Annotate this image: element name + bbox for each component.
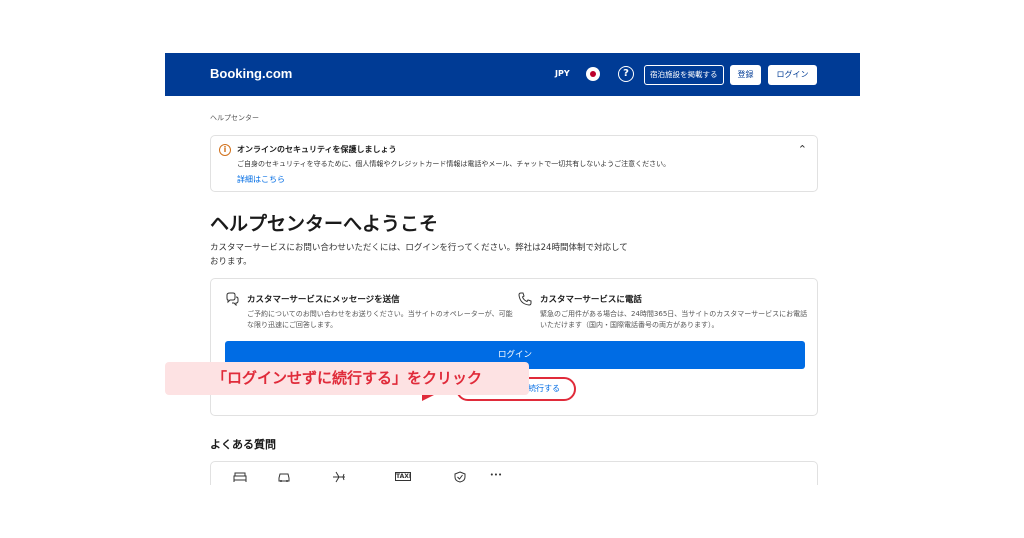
phone-icon (518, 292, 532, 306)
booking-logo[interactable]: Booking.com (210, 66, 292, 81)
alert-body: ご自身のセキュリティを守るために、個人情報やクレジットカード情報は電話やメール、… (237, 160, 671, 168)
car-icon[interactable] (277, 471, 291, 483)
breadcrumb[interactable]: ヘルプセンター (210, 113, 259, 123)
phone-title: カスタマーサービスに電話 (540, 295, 642, 305)
info-icon: i (219, 144, 231, 156)
browser-frame: Booking.com JPY ? 宿泊施設を掲載する 登録 ログイン ヘルプセ… (165, 53, 860, 485)
taxi-icon[interactable]: TAXI (395, 472, 411, 481)
message-title: カスタマーサービスにメッセージを送信 (247, 295, 400, 305)
shield-icon[interactable] (453, 471, 467, 483)
instruction-annotation: 「ログインせずに続行する」をクリック (165, 362, 529, 395)
list-property-button[interactable]: 宿泊施設を掲載する (644, 65, 724, 85)
message-desc: ご予約についてのお問い合わせをお送りください。当サイトのオペレーターが、可能な限… (247, 310, 513, 329)
help-icon[interactable]: ? (618, 66, 634, 82)
phone-desc: 緊急のご用件がある場合は、24時間365日、当サイトのカスタマーサービスにお電話… (540, 310, 808, 329)
japan-flag-icon[interactable] (586, 67, 600, 81)
intro-text: カスタマーサービスにお問い合わせいただくには、ログインを行ってください。弊社は2… (210, 243, 628, 267)
more-icon[interactable]: ••• (489, 471, 503, 483)
bed-icon[interactable] (233, 471, 247, 483)
register-button[interactable]: 登録 (730, 65, 761, 85)
contact-card: カスタマーサービスにメッセージを送信 ご予約についてのお問い合わせをお送りくださ… (210, 278, 818, 416)
plane-icon[interactable] (332, 471, 346, 483)
header-login-button[interactable]: ログイン (768, 65, 817, 85)
alert-title: オンラインのセキュリティを保護しましょう (237, 145, 397, 154)
chat-bubbles-icon (226, 292, 239, 306)
faq-heading: よくある質問 (210, 438, 276, 451)
page-title: ヘルプセンターへようこそ (210, 213, 439, 235)
security-alert: i オンラインのセキュリティを保護しましょう ご自身のセキュリティを守るために、… (210, 135, 818, 192)
top-header: Booking.com JPY ? 宿泊施設を掲載する 登録 ログイン (165, 53, 860, 96)
alert-details-link[interactable]: 詳細はこちら (237, 174, 285, 185)
chevron-up-icon[interactable]: ⌃ (798, 143, 807, 156)
currency-selector[interactable]: JPY (555, 69, 570, 78)
faq-categories: TAXI ••• (210, 461, 818, 485)
